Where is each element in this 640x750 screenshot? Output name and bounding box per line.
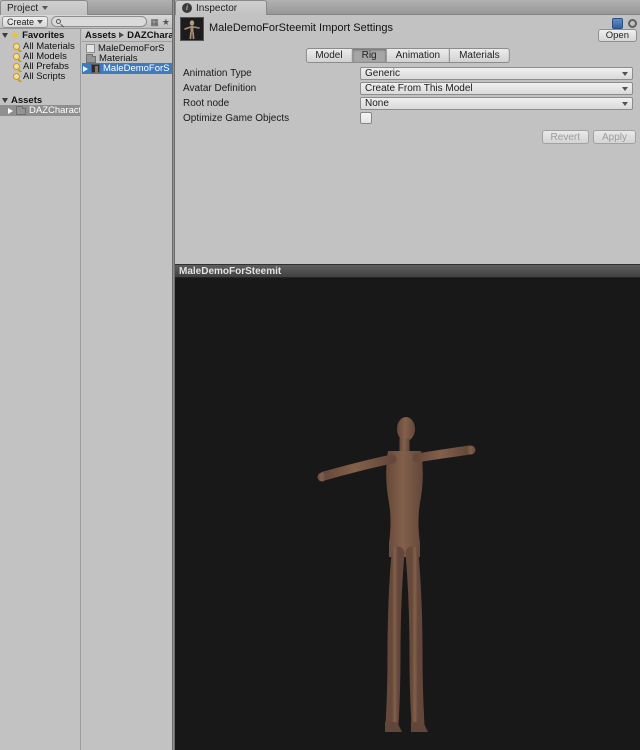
model-thumbnail-icon bbox=[91, 64, 100, 73]
star-icon: ★ bbox=[11, 30, 20, 40]
revert-button[interactable]: Revert bbox=[541, 130, 589, 144]
breadcrumb-current[interactable]: DAZChara... bbox=[127, 30, 172, 41]
unity-editor-window: Project i Inspector Create ▦ ★ ★ Favorit… bbox=[0, 0, 640, 750]
preview-header[interactable]: MaleDemoForSteemit bbox=[175, 264, 640, 278]
gear-icon[interactable] bbox=[628, 19, 637, 28]
tab-rig[interactable]: Rig bbox=[352, 48, 387, 63]
field-row-optimize-game-objects: Optimize Game Objects bbox=[183, 111, 633, 125]
foldout-open-icon[interactable] bbox=[2, 98, 8, 103]
chevron-down-icon bbox=[622, 71, 628, 76]
model-figure bbox=[293, 413, 503, 745]
tab-inspector[interactable]: i Inspector bbox=[175, 0, 267, 15]
tab-animation[interactable]: Animation bbox=[386, 48, 451, 63]
tab-model[interactable]: Model bbox=[305, 48, 353, 63]
dropdown-value: Generic bbox=[365, 67, 401, 79]
foldout-closed-icon[interactable] bbox=[8, 107, 13, 114]
foldout-closed-icon[interactable] bbox=[83, 65, 88, 72]
inspector-panel: MaleDemoForSteemit Import Settings Open … bbox=[175, 15, 640, 264]
search-input[interactable] bbox=[51, 16, 148, 27]
preview-title: MaleDemoForSteemit bbox=[179, 265, 282, 277]
create-button[interactable]: Create bbox=[2, 15, 49, 28]
tab-materials[interactable]: Materials bbox=[450, 48, 510, 63]
saved-search-icon bbox=[13, 43, 20, 50]
avatar-definition-dropdown[interactable]: Create From This Model bbox=[360, 81, 633, 95]
filter-by-type-icon[interactable]: ▦ bbox=[150, 16, 159, 28]
animation-type-dropdown[interactable]: Generic bbox=[360, 66, 633, 80]
list-item-maledemo-model[interactable]: MaleDemoForS bbox=[82, 63, 172, 74]
open-button-label: Open bbox=[605, 30, 629, 41]
favorites-header[interactable]: ★ Favorites bbox=[0, 30, 80, 41]
inspector-icon: i bbox=[182, 3, 192, 13]
asset-thumbnail-figure bbox=[184, 20, 200, 40]
tree-item-dazcharacters[interactable]: DAZCharacte bbox=[0, 105, 80, 116]
asset-thumbnail bbox=[180, 17, 204, 41]
saved-search-icon bbox=[13, 53, 20, 60]
pane-menu-caret-icon[interactable] bbox=[42, 6, 49, 10]
field-row-avatar-definition: Avatar Definition Create From This Model bbox=[183, 81, 633, 95]
preview-canvas[interactable] bbox=[175, 278, 640, 750]
breadcrumb[interactable]: Assets DAZChara... bbox=[82, 29, 172, 42]
field-row-root-node: Root node None bbox=[183, 96, 633, 110]
create-button-label: Create bbox=[7, 16, 35, 27]
dropdown-value: None bbox=[365, 97, 389, 109]
dropdown-value: Create From This Model bbox=[365, 82, 473, 94]
page-title: MaleDemoForSteemit Import Settings bbox=[209, 22, 394, 34]
project-toolbar: Create ▦ ★ bbox=[0, 15, 172, 29]
tab-label: Animation bbox=[395, 50, 441, 61]
tab-project[interactable]: Project bbox=[0, 0, 88, 15]
apply-button[interactable]: Apply bbox=[592, 130, 636, 144]
saved-search-icon bbox=[13, 63, 20, 70]
tab-label: Model bbox=[315, 50, 343, 61]
inspector-tab-label: Inspector bbox=[196, 2, 238, 14]
apply-revert-row: Revert Apply bbox=[541, 130, 636, 144]
foldout-open-icon[interactable] bbox=[2, 33, 8, 38]
tab-label: Materials bbox=[459, 50, 500, 61]
chevron-down-icon bbox=[622, 86, 628, 91]
favorite-filter-icon[interactable]: ★ bbox=[162, 16, 170, 28]
open-button[interactable]: Open bbox=[597, 29, 637, 42]
model-file-icon bbox=[86, 44, 95, 53]
project-tree-panel: ★ Favorites All Materials All Models All… bbox=[0, 29, 81, 750]
asset-list-panel: Assets DAZChara... MaleDemoForS Material… bbox=[82, 29, 172, 750]
root-node-dropdown[interactable]: None bbox=[360, 96, 633, 110]
optimize-game-objects-checkbox[interactable] bbox=[360, 112, 372, 124]
tab-strip bbox=[0, 0, 640, 15]
folder-icon bbox=[16, 105, 26, 115]
saved-search-icon bbox=[13, 73, 20, 80]
chevron-down-icon bbox=[622, 101, 628, 106]
field-label: Animation Type bbox=[183, 67, 252, 79]
tree-item-label: All Scripts bbox=[23, 71, 66, 82]
breadcrumb-separator-icon bbox=[119, 32, 125, 38]
apply-button-label: Apply bbox=[601, 131, 627, 143]
caret-down-icon bbox=[37, 19, 44, 24]
inspector-header: MaleDemoForSteemit Import Settings Open bbox=[175, 15, 640, 47]
list-item-label: MaleDemoForS bbox=[103, 63, 170, 74]
tree-item-all-scripts[interactable]: All Scripts bbox=[0, 71, 80, 82]
field-row-animation-type: Animation Type Generic bbox=[183, 66, 633, 80]
folder-icon bbox=[86, 53, 96, 63]
field-label: Optimize Game Objects bbox=[183, 112, 290, 124]
revert-button-label: Revert bbox=[550, 131, 580, 143]
help-icon[interactable] bbox=[612, 18, 623, 29]
import-settings-tabs: Model Rig Animation Materials bbox=[305, 48, 510, 63]
favorites-header-label: Favorites bbox=[22, 30, 65, 41]
tab-label: Rig bbox=[361, 50, 377, 61]
tree-item-label: DAZCharacte bbox=[29, 105, 80, 116]
breadcrumb-root[interactable]: Assets bbox=[85, 30, 116, 41]
field-label: Avatar Definition bbox=[183, 82, 257, 94]
project-tab-label: Project bbox=[7, 2, 39, 14]
field-label: Root node bbox=[183, 97, 230, 109]
search-icon bbox=[56, 19, 62, 24]
